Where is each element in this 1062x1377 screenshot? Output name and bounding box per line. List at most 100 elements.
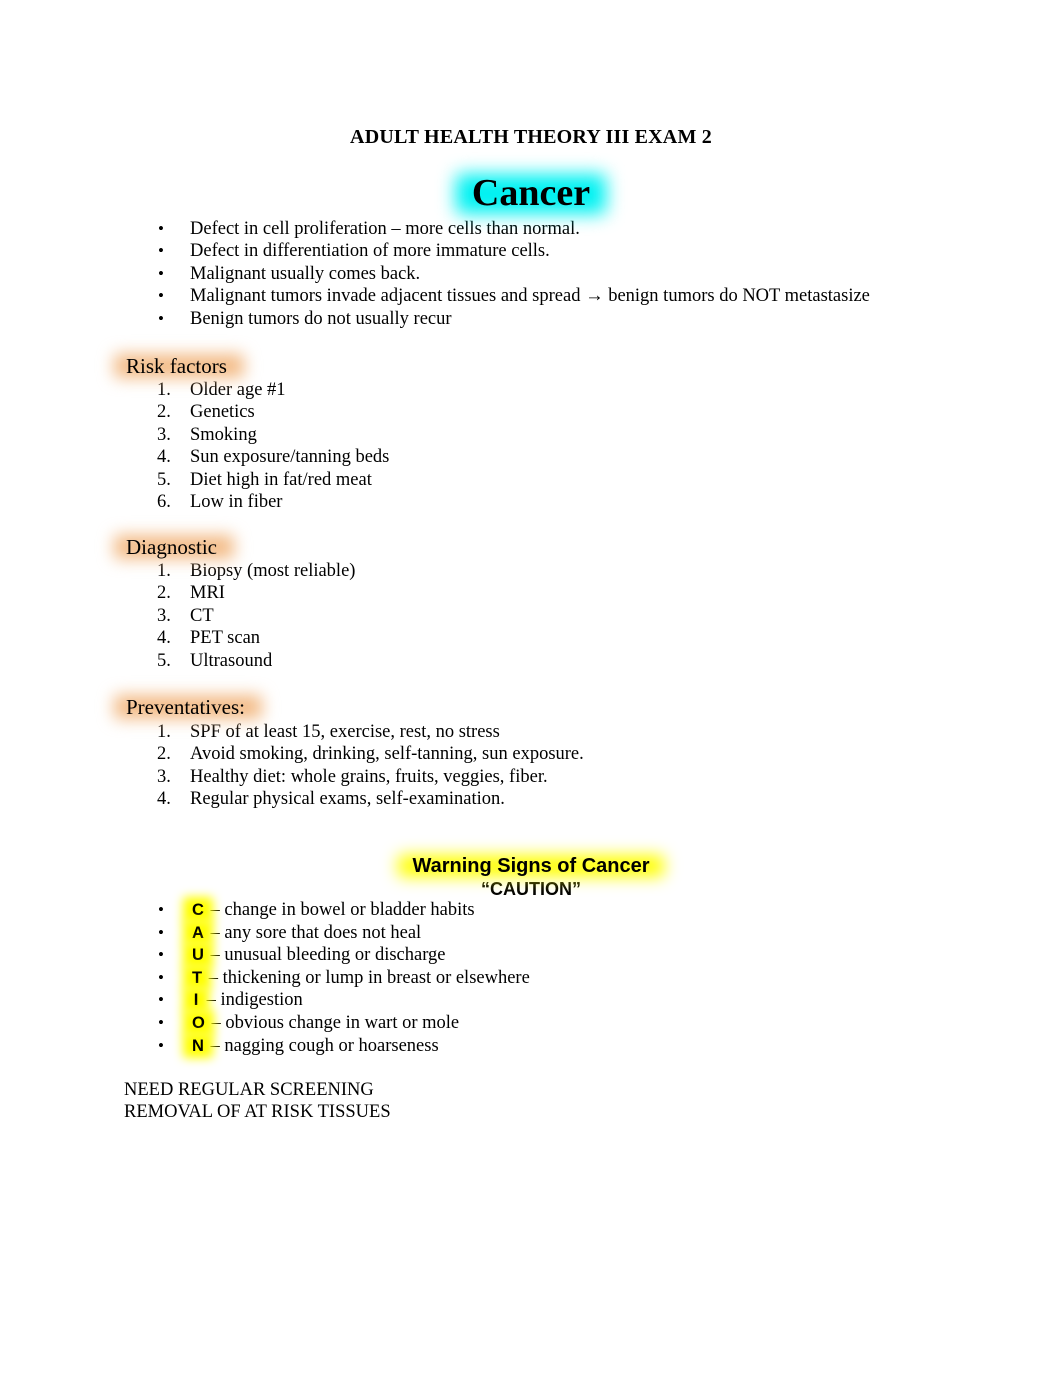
section-heading-diagnostic: Diagnostic [114, 534, 234, 560]
diagnostic-section: 1. Biopsy (most reliable) 2. MRI 3. CT 4… [124, 560, 355, 672]
bullet-marker: • [158, 286, 164, 306]
preventatives-list: 1. SPF of at least 15, exercise, rest, n… [124, 721, 584, 811]
caution-acronym-label: “CAUTION” [481, 879, 581, 899]
section-heading-preventatives: Preventatives: [114, 694, 262, 720]
list-item-text: Biopsy (most reliable) [190, 561, 356, 581]
list-marker: 2. [157, 583, 171, 604]
bullet-marker: • [158, 900, 164, 919]
diagnostic-heading-container: Diagnostic [114, 534, 234, 560]
section-heading-text: Diagnostic [126, 535, 217, 559]
list-marker: 4. [157, 789, 171, 810]
caution-letter-text: A [192, 923, 204, 942]
bullet-marker: • [158, 263, 164, 283]
warning-signs-heading: Warning Signs of Cancer [398, 854, 664, 878]
list-item-text: MRI [190, 583, 225, 604]
caution-letter: C [183, 897, 213, 923]
list-item-text: PET scan [190, 628, 261, 649]
list-item-text: Genetics [190, 402, 255, 423]
list-item: • Defect in cell proliferation – more ce… [124, 218, 870, 240]
list-marker: 1. [157, 561, 171, 581]
list-item: • Malignant usually comes back. [124, 263, 870, 285]
bullet-marker: • [158, 219, 164, 238]
list-marker: 2. [157, 402, 171, 423]
list-item: • C – change in bowel or bladder habits [124, 897, 530, 923]
list-item-text: Older age #1 [190, 380, 286, 400]
list-item-text: Defect in cell proliferation – more cell… [190, 219, 580, 239]
list-item-text: – change in bowel or bladder habits [210, 900, 475, 920]
bullet-marker: • [158, 308, 164, 328]
bullet-marker: • [158, 922, 164, 942]
caution-letter-text: N [192, 1036, 204, 1055]
list-item: 2. MRI [124, 582, 355, 604]
list-item: 1. SPF of at least 15, exercise, rest, n… [124, 721, 584, 743]
list-marker: 6. [157, 492, 171, 513]
list-item: • U – unusual bleeding or discharge [124, 942, 530, 968]
list-item: 3. Smoking [124, 424, 389, 446]
list-item-text: – obvious change in wart or mole [211, 1012, 460, 1033]
bullet-marker: • [158, 241, 164, 261]
caution-letter-text: I [193, 991, 199, 1010]
caution-letter-text: O [192, 1013, 205, 1032]
caution-letter: O [183, 1009, 214, 1036]
section-heading-text: Preventatives: [126, 695, 245, 719]
list-item: • Defect in differentiation of more imma… [124, 240, 870, 262]
list-marker: 5. [157, 469, 171, 490]
list-marker: 3. [157, 766, 171, 787]
list-item: • I – indigestion [124, 987, 530, 1013]
footer-line: NEED REGULAR SCREENING [124, 1080, 374, 1100]
preventatives-section: 1. SPF of at least 15, exercise, rest, n… [124, 721, 584, 811]
intro-bullet-list: • Defect in cell proliferation – more ce… [124, 218, 870, 330]
list-item: 3. Healthy diet: whole grains, fruits, v… [124, 766, 584, 788]
list-item-text: Low in fiber [190, 492, 283, 513]
caution-letter: T [183, 964, 212, 991]
list-item: 2. Genetics [124, 401, 389, 423]
list-item: 1. Older age #1 [124, 379, 389, 401]
list-item-text: – unusual bleeding or discharge [210, 945, 446, 966]
subject-title-container: Cancer [0, 170, 1062, 216]
list-item-text: Diet high in fat/red meat [190, 469, 372, 490]
list-marker: 3. [157, 605, 171, 626]
section-heading-text: Risk factors [126, 354, 227, 378]
list-item-text: Avoid smoking, drinking, self-tanning, s… [190, 744, 584, 765]
list-marker: 4. [157, 628, 171, 649]
list-item: • A – any sore that does not heal [124, 919, 530, 946]
section-heading-risk-factors: Risk factors [114, 353, 244, 379]
caution-letter: U [183, 942, 213, 968]
page-title: ADULT HEALTH THEORY III EXAM 2 [350, 126, 712, 148]
list-marker: 1. [157, 380, 171, 400]
caution-letter-text: T [192, 968, 203, 987]
caution-letter: A [183, 919, 213, 946]
subject-title-text: Cancer [471, 172, 591, 214]
caution-list: • C – change in bowel or bladder habits … [124, 897, 530, 1059]
list-item: 6. Low in fiber [124, 491, 389, 513]
list-item-text: – thickening or lump in breast or elsewh… [208, 967, 530, 988]
caution-letter: N [183, 1032, 213, 1059]
list-item-text: Benign tumors do not usually recur [190, 308, 452, 329]
list-item: 4. PET scan [124, 627, 355, 649]
list-item: • N – nagging cough or hoarseness [124, 1032, 530, 1059]
list-item: 3. CT [124, 605, 355, 627]
list-item-text: Malignant usually comes back. [190, 263, 421, 284]
list-item: • Benign tumors do not usually recur [124, 308, 870, 330]
list-item-text: – any sore that does not heal [210, 922, 422, 943]
warning-signs-heading-container: Warning Signs of Cancer [0, 854, 1062, 878]
list-item-text: Ultrasound [190, 650, 273, 671]
caution-section: • C – change in bowel or bladder habits … [124, 897, 530, 1059]
list-item: 2. Avoid smoking, drinking, self-tanning… [124, 743, 584, 765]
risk-factors-heading-container: Risk factors [114, 353, 244, 379]
list-item: 4. Regular physical exams, self-examinat… [124, 788, 584, 810]
list-marker: 5. [157, 650, 171, 671]
warning-signs-heading-text: Warning Signs of Cancer [412, 855, 650, 877]
list-item-text: – indigestion [206, 990, 303, 1011]
bullet-marker: • [158, 1012, 164, 1032]
list-item: • O – obvious change in wart or mole [124, 1009, 530, 1036]
list-item-text: – nagging cough or hoarseness [210, 1035, 439, 1056]
list-marker: 1. [157, 722, 171, 742]
list-item-text: Regular physical exams, self-examination… [190, 789, 505, 810]
caution-letter-text: C [192, 901, 204, 919]
list-marker: 4. [157, 447, 171, 468]
diagnostic-list: 1. Biopsy (most reliable) 2. MRI 3. CT 4… [124, 560, 355, 672]
bullet-marker: • [158, 945, 164, 965]
risk-factors-list: 1. Older age #1 2. Genetics 3. Smoking 4… [124, 379, 389, 513]
subject-title: Cancer [455, 170, 607, 216]
